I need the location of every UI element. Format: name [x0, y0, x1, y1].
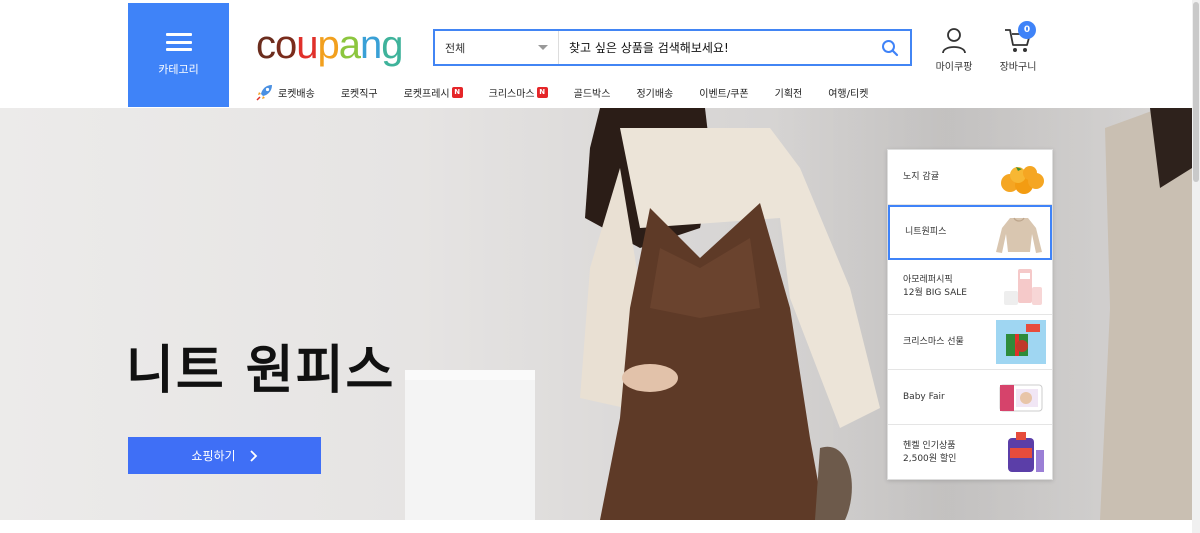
page: 카테고리 coupang 전체 마이쿠팡 [0, 0, 1200, 533]
rocket-icon [256, 85, 272, 101]
logo-letter: a [338, 23, 361, 67]
nav-item-label: 정기배송 [636, 88, 674, 100]
hamburger-icon [165, 33, 192, 51]
search-bar: 전체 [433, 29, 912, 66]
content-below [0, 520, 1200, 533]
mycoupang-label: 마이쿠팡 [935, 62, 973, 73]
promo-item[interactable]: 헨켈 인기상품 2,500원 할인 [888, 425, 1052, 480]
promo-subtitle: 12월 BIG SALE [903, 288, 967, 298]
category-menu-button[interactable]: 카테고리 [128, 3, 229, 107]
promo-subtitle: 2,500원 할인 [903, 453, 957, 464]
promo-title: 니트원피스 [905, 227, 947, 237]
cart-label: 장바구니 [999, 62, 1037, 73]
nav-item[interactable]: 기획전 [775, 85, 803, 100]
promo-thumbnail-image [1008, 432, 1044, 472]
search-button[interactable] [870, 31, 910, 64]
nav-item[interactable]: 여행/티켓 [828, 85, 868, 100]
search-icon [882, 39, 899, 56]
search-scope-select[interactable]: 전체 [435, 31, 559, 64]
promo-text: 크리스마스 선물 [903, 336, 993, 349]
promo-title: 헨켈 인기상품 [903, 440, 956, 451]
cart-button[interactable]: 0 장바구니 [988, 21, 1048, 73]
nav-item-label: 로켓직구 [340, 88, 378, 100]
new-badge: N [536, 86, 548, 98]
new-badge: N [451, 86, 463, 98]
logo-letter: u [296, 23, 318, 67]
nav-item[interactable]: 로켓배송 [256, 83, 315, 101]
nav-item[interactable]: 골드박스 [574, 85, 611, 100]
logo-letter: c [256, 23, 276, 67]
nav-item-label: 로켓배송 [278, 88, 315, 100]
nav-item-label: 여행/티켓 [828, 88, 869, 100]
hero-title: 니트 원피스 [126, 341, 396, 401]
promo-item[interactable]: 크리스마스 선물 [888, 315, 1052, 370]
category-label: 카테고리 [158, 63, 199, 76]
main-nav: 로켓배송 로켓직구 로켓프레시 N 크리스마스 N 골드박스 정기배송 이벤트/쿠폰 기획전 여행/… [256, 82, 894, 102]
user-icon [942, 28, 966, 54]
logo-letter: p [317, 23, 340, 67]
promo-thumbnail-image [996, 320, 1046, 364]
nav-item[interactable]: 이벤트/쿠폰 [699, 85, 748, 100]
chevron-right-icon [249, 449, 257, 462]
scrollbar-thumb[interactable] [1193, 2, 1199, 182]
promo-thumbnail-image [1004, 269, 1042, 305]
nav-item-label: 로켓프레시 [403, 88, 450, 100]
promo-text: 헨켈 인기상품 2,500원 할인 [903, 440, 993, 466]
nav-item-label: 이벤트/쿠폰 [699, 88, 749, 100]
promo-side-list: 노지 감귤니트원피스아모레퍼시픽 12월 BIG SALE 크리스마스 선물 Baby… [887, 149, 1053, 480]
promo-thumbnail-image [999, 384, 1043, 412]
shop-now-label: 쇼핑하기 [191, 449, 236, 463]
coupang-logo[interactable]: coupang [256, 22, 404, 68]
promo-title: 노지 감귤 [903, 171, 939, 182]
promo-thumbnail-image [1001, 166, 1044, 194]
nav-item[interactable]: 로켓직구 [341, 85, 378, 100]
promo-text: Baby Fair [903, 391, 993, 404]
search-scope-value: 전체 [445, 41, 466, 55]
search-input[interactable] [559, 31, 870, 64]
nav-item-label: 크리스마스 [488, 88, 535, 100]
promo-item[interactable]: 아모레퍼시픽 12월 BIG SALE [888, 260, 1052, 315]
cart-count-badge: 0 [1018, 21, 1036, 39]
logo-letter: g [381, 23, 403, 67]
mycoupang-button[interactable]: 마이쿠팡 [924, 26, 984, 73]
nav-item[interactable]: 크리스마스 N [489, 85, 548, 100]
promo-thumbnail-image [996, 217, 1042, 253]
header: 카테고리 coupang 전체 마이쿠팡 [0, 0, 1200, 108]
promo-title: Baby Fair [903, 391, 945, 402]
page-scrollbar[interactable] [1192, 0, 1200, 533]
promo-text: 아모레퍼시픽 12월 BIG SALE [903, 274, 993, 300]
shop-now-button[interactable]: 쇼핑하기 [128, 437, 321, 474]
promo-text: 노지 감귤 [903, 171, 993, 184]
promo-item[interactable]: 노지 감귤 [888, 150, 1052, 205]
nav-item-label: 골드박스 [573, 88, 611, 100]
chevron-down-icon [538, 45, 548, 50]
nav-item-label: 기획전 [774, 88, 803, 100]
nav-item[interactable]: 로켓프레시 N [404, 85, 463, 100]
promo-title: 아모레퍼시픽 [903, 275, 953, 285]
nav-item[interactable]: 정기배송 [636, 85, 673, 100]
promo-item[interactable]: Baby Fair [888, 370, 1052, 425]
logo-letter: n [360, 23, 382, 67]
promo-text: 니트원피스 [905, 226, 995, 239]
promo-item[interactable]: 니트원피스 [888, 205, 1052, 260]
promo-title: 크리스마스 선물 [903, 336, 964, 347]
logo-letter: o [275, 23, 297, 67]
